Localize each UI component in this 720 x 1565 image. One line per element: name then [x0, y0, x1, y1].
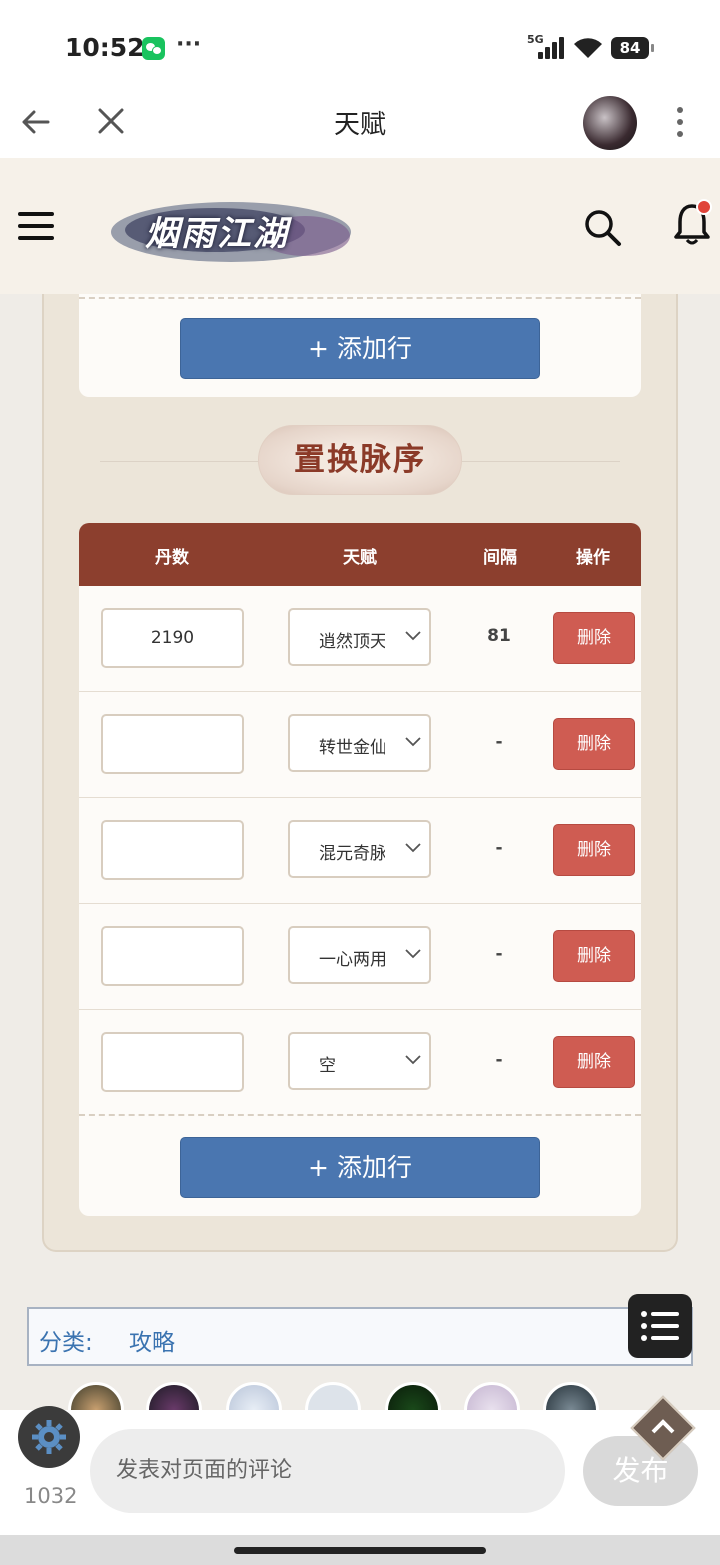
dan-input[interactable]: [101, 926, 244, 986]
talent-select[interactable]: 逍然顶天: [288, 608, 431, 666]
search-icon[interactable]: [582, 207, 622, 247]
delete-button[interactable]: 删除: [553, 824, 635, 876]
status-bar: 10:52 ··· 5G 84: [0, 0, 720, 90]
more-vertical-icon[interactable]: [670, 104, 690, 140]
table-row: 转世金仙 - 删除: [79, 692, 641, 798]
table-row: 2190 逍然顶天 81 删除: [79, 586, 641, 692]
site-header: 烟雨江湖: [0, 158, 720, 294]
gap-value: 81: [487, 626, 511, 646]
delete-button[interactable]: 删除: [553, 930, 635, 982]
talent-table: 丹数 天赋 间隔 操作 2190 逍然顶天 81 删除 转世金仙 - 删除 混元…: [79, 523, 641, 1216]
gear-icon: [32, 1420, 66, 1454]
talent-select[interactable]: 一心两用: [288, 926, 431, 984]
talent-select-value: 空: [319, 1056, 336, 1073]
gap-value: -: [495, 944, 503, 964]
table-of-contents-button[interactable]: [628, 1294, 692, 1358]
battery-icon: 84: [611, 37, 654, 59]
settings-button[interactable]: [18, 1406, 80, 1468]
dan-input[interactable]: [101, 1032, 244, 1092]
category-label: 分类:: [39, 1330, 93, 1356]
chevron-down-icon: [405, 843, 421, 853]
delete-button[interactable]: 删除: [553, 1036, 635, 1088]
chevron-up-icon: [651, 1419, 675, 1434]
talent-select[interactable]: 空: [288, 1032, 431, 1090]
gap-value: -: [495, 838, 503, 858]
talent-select-value: 转世金仙: [319, 738, 385, 755]
dan-input[interactable]: [101, 714, 244, 774]
chevron-down-icon: [405, 631, 421, 641]
category-bar: 分类: 攻略: [27, 1307, 693, 1366]
more-notifications-icon: ···: [176, 32, 202, 57]
talent-select[interactable]: 混元奇脉: [288, 820, 431, 878]
comment-count: 1032: [24, 1484, 78, 1508]
add-row-button[interactable]: + 添加行: [180, 1137, 540, 1198]
table-row: 一心两用 - 删除: [79, 904, 641, 1010]
home-indicator[interactable]: [234, 1547, 486, 1554]
column-header-dan: 丹数: [155, 548, 189, 568]
home-indicator-bar: [0, 1535, 720, 1565]
gap-value: -: [495, 1050, 503, 1070]
signal-icon: [538, 37, 566, 59]
wifi-icon: [574, 38, 602, 58]
user-avatar[interactable]: [583, 96, 637, 150]
notification-badge: [696, 199, 712, 215]
talent-select-value: 一心两用: [319, 950, 385, 967]
add-row-button[interactable]: + 添加行: [180, 318, 540, 379]
chevron-down-icon: [405, 737, 421, 747]
talent-select-value: 混元奇脉: [319, 844, 385, 861]
gap-value: -: [495, 732, 503, 752]
talent-select-value: 逍然顶天: [319, 632, 385, 649]
table-row: 空 - 删除: [79, 1010, 641, 1116]
section-title: 置换脉序: [258, 425, 462, 495]
status-time: 10:52: [65, 33, 145, 62]
site-logo[interactable]: 烟雨江湖: [105, 192, 357, 268]
category-link[interactable]: 攻略: [129, 1323, 175, 1357]
dan-input[interactable]: 2190: [101, 608, 244, 668]
column-header-gap: 间隔: [483, 548, 517, 568]
chevron-down-icon: [405, 1055, 421, 1065]
title-divider-left: [100, 461, 258, 462]
notifications-button[interactable]: [672, 199, 716, 250]
delete-button[interactable]: 删除: [553, 718, 635, 770]
table-row: 混元奇脉 - 删除: [79, 798, 641, 904]
wechat-icon: [142, 37, 165, 60]
table-header: 丹数 天赋 间隔 操作: [79, 523, 641, 586]
talent-select[interactable]: 转世金仙: [288, 714, 431, 772]
delete-button[interactable]: 删除: [553, 612, 635, 664]
list-icon: [641, 1311, 679, 1341]
title-divider-right: [462, 461, 620, 462]
column-header-action: 操作: [576, 548, 610, 568]
top-navigation-bar: 天赋: [0, 90, 720, 158]
comment-input[interactable]: 发表对页面的评论: [90, 1429, 565, 1513]
dan-input[interactable]: [101, 820, 244, 880]
menu-icon[interactable]: [18, 210, 54, 242]
column-header-talent: 天赋: [343, 548, 377, 568]
chevron-down-icon: [405, 949, 421, 959]
